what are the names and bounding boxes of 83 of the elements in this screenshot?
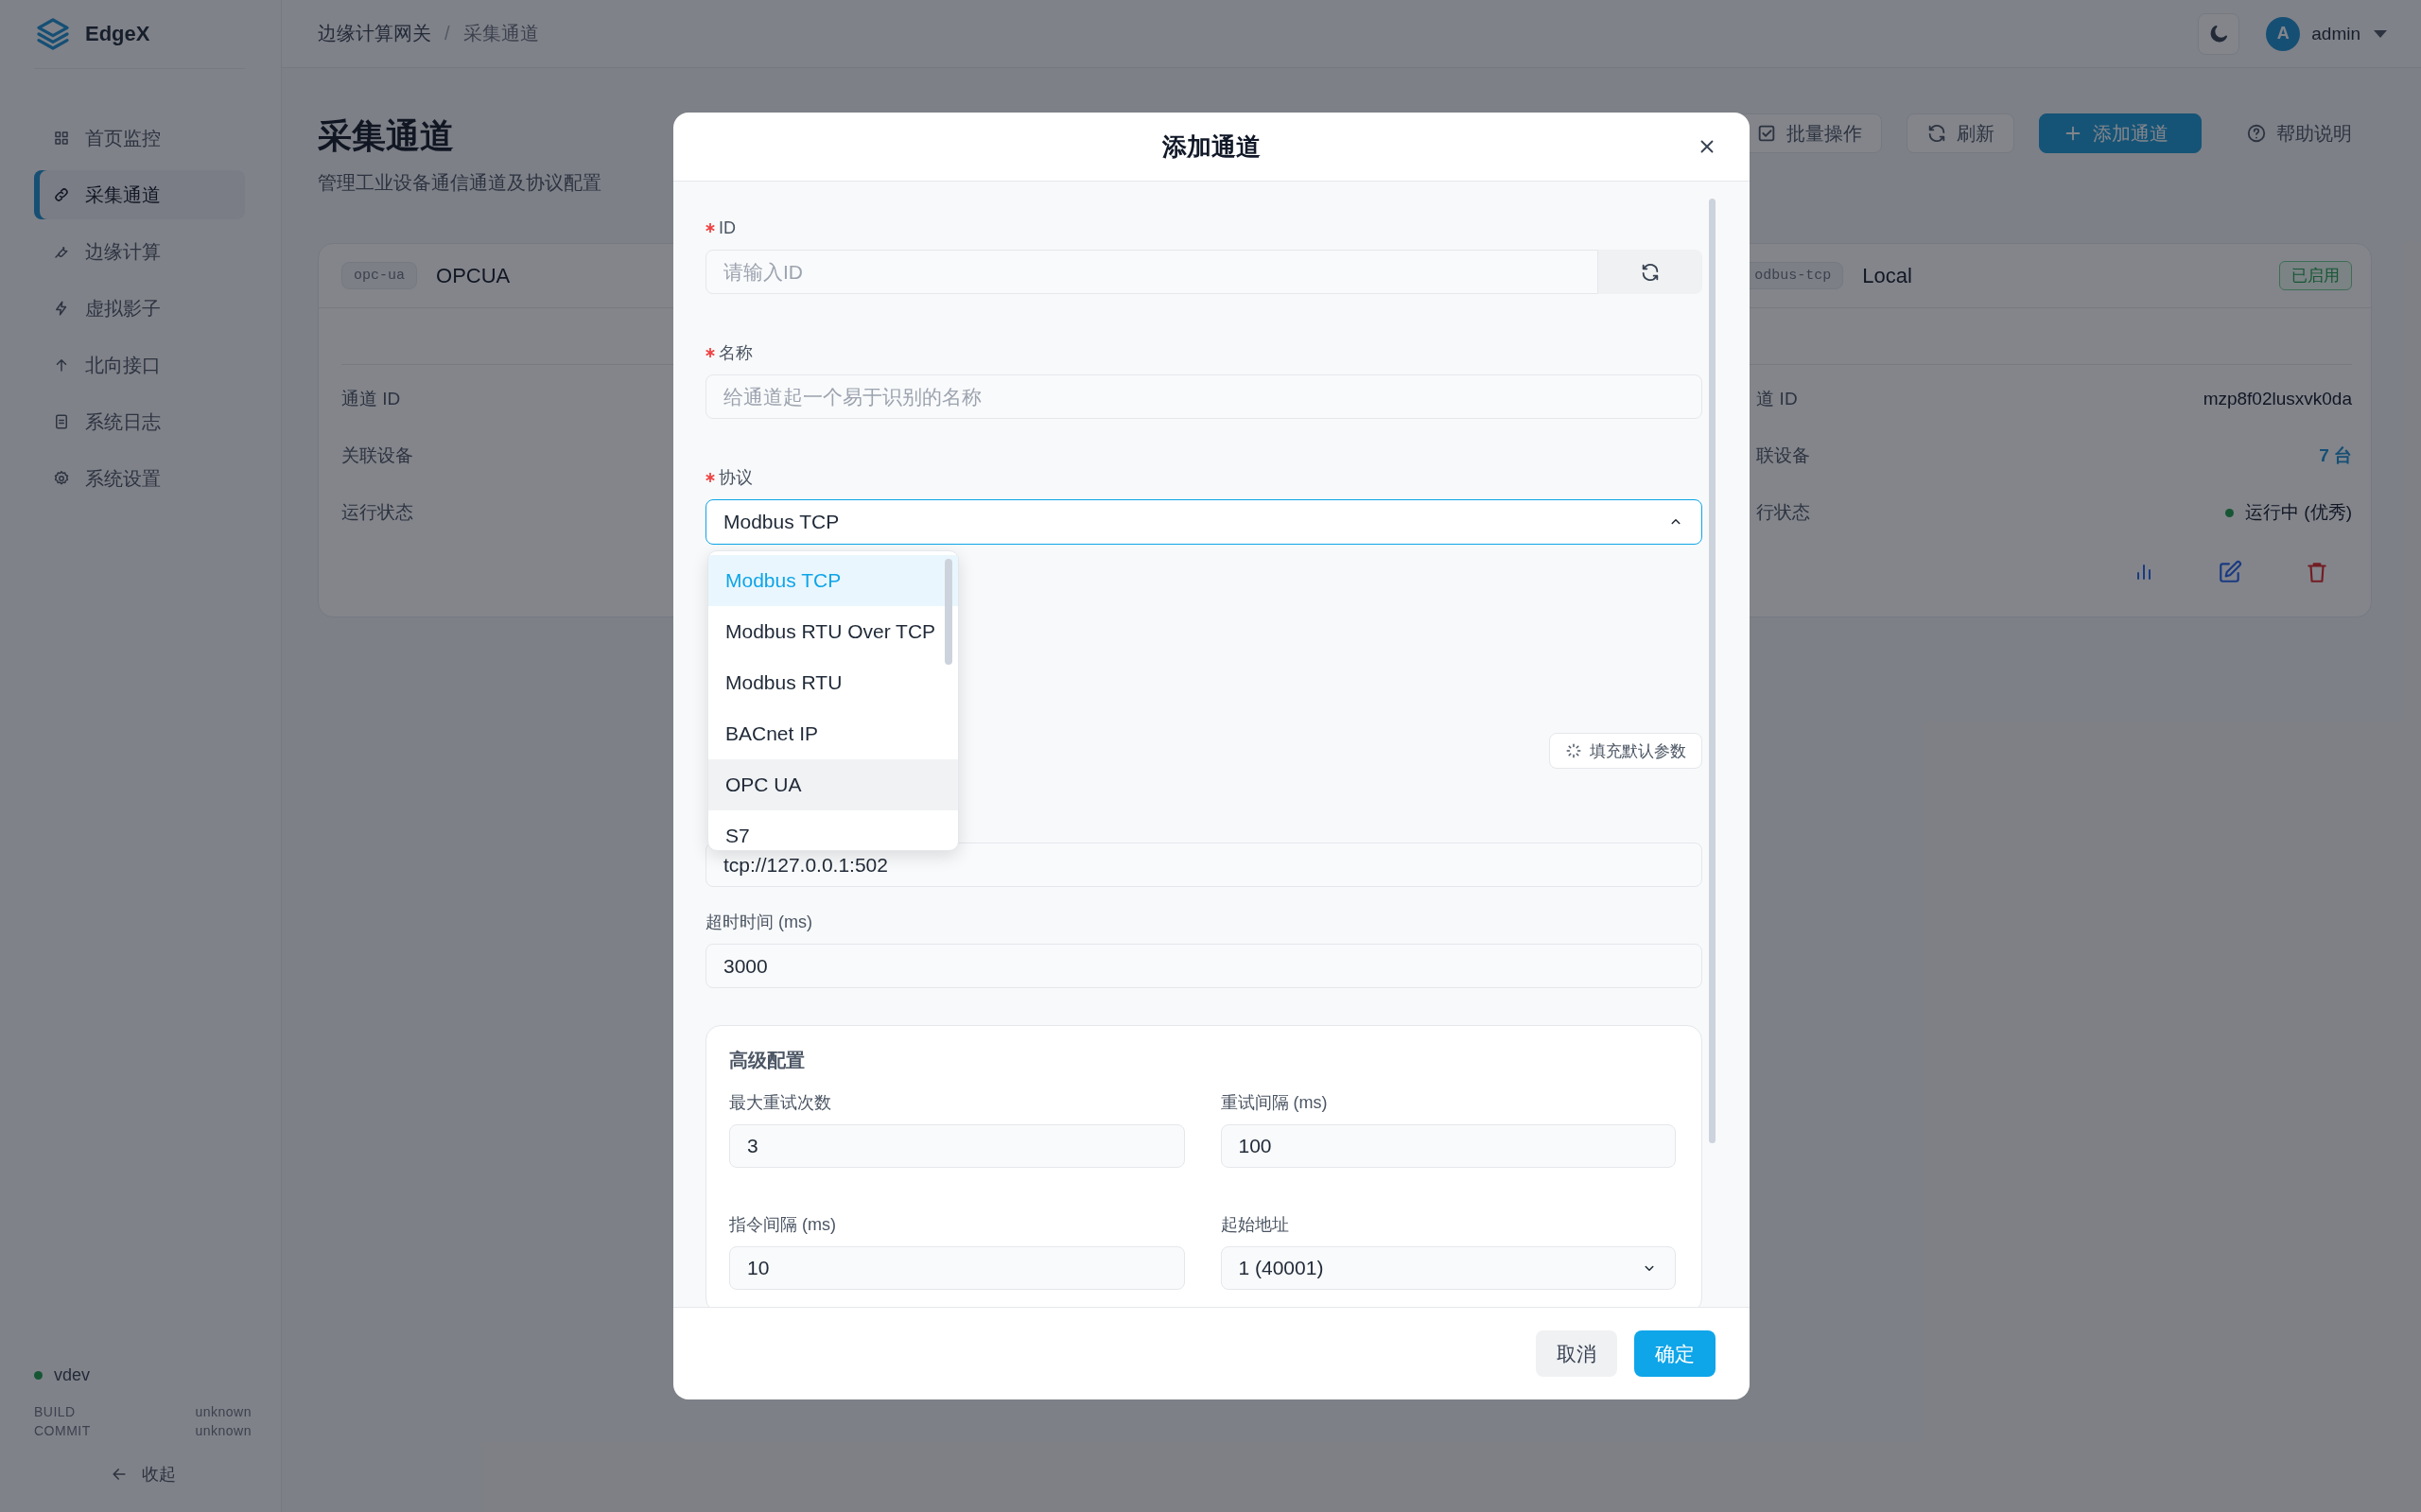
sidebar-item[interactable]: 系统设置 — [34, 454, 245, 503]
channel-name: Local — [1862, 263, 1912, 288]
sidebar-item[interactable]: 首页监控 — [34, 113, 245, 163]
build-value: unknown — [195, 1403, 252, 1421]
sidebar-item[interactable]: 采集通道 — [34, 170, 245, 219]
field-label: 名称 — [719, 342, 753, 363]
grid-icon — [53, 130, 70, 147]
sidebar-item[interactable]: 北向接口 — [34, 340, 245, 390]
gear-icon — [53, 470, 70, 487]
dropdown-option[interactable]: Modbus TCP — [708, 555, 958, 606]
build-label: BUILD — [34, 1403, 77, 1421]
address-field[interactable]: tcp://127.0.0.1:502 — [705, 843, 1702, 887]
commit-value: unknown — [195, 1422, 252, 1440]
page-title: 采集通道 — [318, 115, 455, 157]
sidebar-item[interactable]: 虚拟影子 — [34, 284, 245, 333]
checkbox-icon — [1756, 123, 1777, 144]
dropdown-option[interactable]: OPC UA — [708, 759, 958, 810]
field-label: 运行状态 — [341, 501, 413, 524]
document-icon — [53, 413, 70, 430]
field-label: ID — [719, 217, 736, 238]
field-label: 重试间隔 (ms) — [1220, 1092, 1328, 1113]
scrollbar[interactable] — [1709, 199, 1716, 1143]
link-icon — [53, 186, 70, 203]
sidebar-item[interactable]: 边缘计算 — [34, 227, 245, 276]
status-dot — [34, 1371, 43, 1380]
field-label: 指令间隔 (ms) — [729, 1214, 836, 1235]
version-label: vdev — [54, 1365, 91, 1385]
field-label: 超时时间 (ms) — [705, 912, 812, 932]
field-label: 最大重试次数 — [729, 1092, 831, 1113]
help-icon — [2246, 123, 2267, 144]
spinner-icon — [1565, 742, 1582, 759]
field-label: 通道 ID — [341, 388, 401, 410]
status-dot — [2225, 508, 2235, 517]
field-label: 关联设备 — [341, 444, 413, 467]
field-label: 联设备 — [1756, 444, 1811, 467]
commit-label: COMMIT — [34, 1422, 92, 1440]
field-value: mzp8f02lusxvk0da — [2203, 389, 2352, 409]
regenerate-button[interactable] — [1598, 250, 1702, 294]
dropdown-option[interactable]: Modbus RTU Over TCP — [708, 606, 958, 657]
collapse-button[interactable]: 收起 — [110, 1463, 245, 1486]
select-field[interactable]: Modbus TCP — [705, 499, 1702, 545]
toolbar-button[interactable]: 添加通道 — [2039, 113, 2202, 153]
edit-icon — [2218, 560, 2242, 584]
select-field[interactable]: 1 (40001) — [1220, 1246, 1676, 1290]
breadcrumb-item[interactable]: 采集通道 — [462, 21, 539, 46]
page-subtitle: 管理工业设备通信通道及协议配置 — [318, 171, 601, 195]
field-value: 运行中 (优秀) — [2245, 501, 2352, 524]
brand-name: EdgeX — [85, 22, 150, 46]
field-label: 起始地址 — [1220, 1214, 1289, 1235]
input-field[interactable]: 3 — [729, 1124, 1185, 1168]
toolbar-button[interactable]: 刷新 — [1907, 113, 2014, 153]
user-avatar[interactable]: A — [2266, 16, 2301, 51]
device-count-link[interactable]: 7 台 — [2319, 443, 2352, 468]
toolbar-button[interactable]: 帮助说明 — [2226, 113, 2372, 153]
input-field[interactable]: 10 — [729, 1246, 1185, 1290]
fill-defaults-button[interactable]: 填充默认参数 — [1549, 733, 1702, 769]
field-label: 协议 — [719, 467, 753, 488]
user-name[interactable]: admin — [2311, 23, 2360, 44]
input-field[interactable]: 100 — [1220, 1124, 1676, 1168]
input-field[interactable]: 给通道起一个易于识别的名称 — [705, 374, 1702, 419]
sidebar-item[interactable]: 系统日志 — [34, 397, 245, 446]
field-label: 行状态 — [1756, 501, 1811, 524]
refresh-icon — [1926, 123, 1947, 144]
confirm-button[interactable]: 确定 — [1634, 1330, 1716, 1377]
trash-icon — [2305, 560, 2329, 584]
breadcrumb-separator: / — [444, 23, 450, 44]
field-label: 道 ID — [1756, 388, 1798, 410]
cancel-button[interactable]: 取消 — [1536, 1330, 1617, 1377]
caret-icon[interactable] — [2374, 28, 2387, 39]
dialog-title: 添加通道 — [1162, 130, 1261, 163]
layers-icon — [34, 15, 72, 53]
theme-toggle[interactable] — [2198, 12, 2240, 55]
channel-name: OPCUA — [436, 263, 511, 288]
scrollbar[interactable] — [945, 559, 952, 665]
dropdown-option[interactable]: Modbus RTU — [708, 657, 958, 708]
status-badge: 已启用 — [2279, 261, 2352, 290]
timeout-field[interactable]: 3000 — [705, 944, 1702, 988]
protocol-tag: opc-ua — [341, 262, 417, 289]
refresh-icon — [1640, 261, 1661, 283]
id-field[interactable]: 请输入ID — [705, 250, 1598, 294]
section-title: 高级配置 — [729, 1049, 806, 1071]
dropdown-option[interactable]: BACnet IP — [708, 708, 958, 759]
breadcrumb-item[interactable]: 边缘计算网关 — [318, 21, 431, 46]
